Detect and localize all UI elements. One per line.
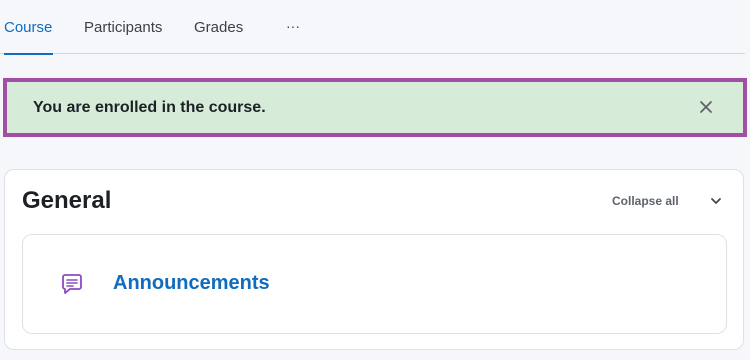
enrollment-alert: You are enrolled in the course.	[3, 78, 747, 137]
forum-icon	[59, 271, 85, 297]
close-icon-svg	[700, 101, 712, 113]
close-icon[interactable]	[695, 96, 717, 118]
page: Course Participants Grades ··· You are e…	[0, 0, 750, 360]
course-section-card: General Collapse all Announcements	[4, 169, 744, 350]
forum-icon-svg	[62, 274, 82, 294]
tab-course[interactable]: Course	[4, 0, 53, 55]
chevron-down-svg	[711, 198, 721, 204]
collapse-all-link[interactable]: Collapse all	[612, 194, 679, 208]
tab-participants[interactable]: Participants	[84, 0, 162, 54]
chevron-down-icon[interactable]	[708, 193, 724, 209]
tab-grades[interactable]: Grades	[194, 0, 243, 54]
more-tabs-button[interactable]: ···	[286, 0, 302, 54]
activity-item: Announcements	[22, 234, 727, 334]
section-title: General	[22, 187, 112, 214]
announcements-link[interactable]: Announcements	[113, 272, 270, 295]
course-tabs: Course Participants Grades ···	[0, 0, 745, 55]
alert-message: You are enrolled in the course.	[33, 99, 266, 116]
